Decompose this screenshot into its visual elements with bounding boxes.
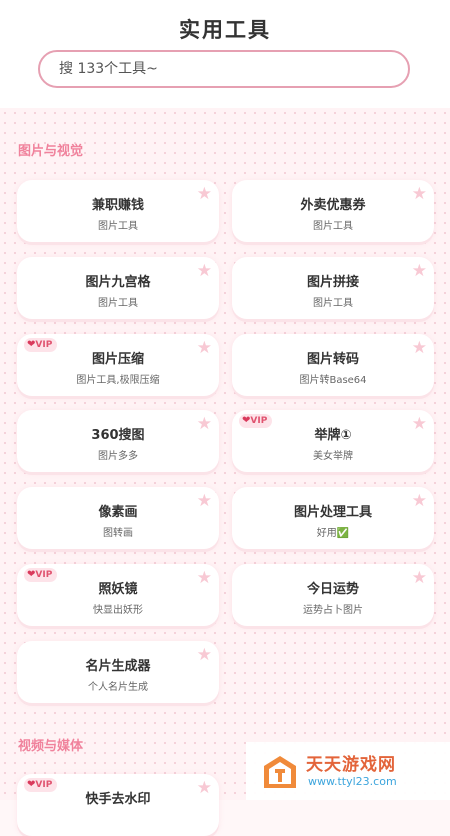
tool-desc: 图片转Base64	[299, 375, 367, 386]
tool-name: 兼职赚钱	[91, 198, 144, 213]
page-title: 实用工具	[179, 18, 271, 42]
tool-name: 名片生成器	[85, 659, 151, 674]
star-icon[interactable]: ★	[197, 780, 212, 797]
tool-desc: 图转画	[103, 528, 133, 539]
section-title-images: 图片与视觉	[18, 144, 84, 159]
star-icon[interactable]: ★	[197, 647, 212, 664]
star-icon[interactable]: ★	[197, 570, 212, 587]
tool-card[interactable]: ❤VIP 图片压缩 图片工具,极限压缩 ★	[17, 334, 219, 396]
tool-desc: 个人名片生成	[88, 682, 148, 693]
tool-name: 外卖优惠券	[300, 198, 366, 213]
tool-name: 照妖镜	[98, 582, 138, 597]
star-icon[interactable]: ★	[412, 570, 427, 587]
star-icon[interactable]: ★	[412, 493, 427, 510]
tool-desc: 美女举牌	[313, 451, 353, 462]
tool-card[interactable]: 360搜图 图片多多 ★	[17, 410, 219, 472]
tool-name: 快手去水印	[85, 792, 151, 807]
tool-card[interactable]: 图片拼接 图片工具 ★	[232, 257, 434, 319]
star-icon[interactable]: ★	[197, 416, 212, 433]
tool-desc: 图片工具,极限压缩	[76, 375, 160, 386]
watermark: 天天游戏网 www.ttyl23.com	[246, 742, 450, 800]
star-icon[interactable]: ★	[197, 493, 212, 510]
star-icon[interactable]: ★	[412, 186, 427, 203]
header: 实用工具	[0, 0, 450, 108]
star-icon[interactable]: ★	[412, 416, 427, 433]
watermark-name: 天天游戏网	[306, 755, 396, 775]
tool-desc: 图片工具	[313, 298, 353, 309]
tool-desc: 图片工具	[313, 221, 353, 232]
tool-name: 图片拼接	[306, 275, 359, 290]
tool-card[interactable]: 外卖优惠券 图片工具 ★	[232, 180, 434, 242]
tool-desc: 图片工具	[98, 221, 138, 232]
tool-name: 图片压缩	[91, 352, 144, 367]
tool-card[interactable]: 今日运势 运势占卜图片 ★	[232, 564, 434, 626]
star-icon[interactable]: ★	[197, 340, 212, 357]
tool-desc: 快显出妖形	[93, 605, 143, 616]
section-title-media: 视频与媒体	[18, 739, 84, 754]
tool-name: 图片转码	[306, 352, 359, 367]
search-input[interactable]	[57, 60, 381, 78]
house-logo-icon	[264, 756, 296, 788]
tool-card[interactable]: 图片九宫格 图片工具 ★	[17, 257, 219, 319]
tool-card[interactable]: 像素画 图转画 ★	[17, 487, 219, 549]
tool-desc: 运势占卜图片	[303, 605, 363, 616]
tool-desc: 图片多多	[98, 451, 138, 462]
watermark-url: www.ttyl23.com	[308, 775, 397, 788]
tool-card[interactable]: 名片生成器 个人名片生成 ★	[17, 641, 219, 703]
tool-card[interactable]: 图片处理工具 好用✅ ★	[232, 487, 434, 549]
tool-card[interactable]: ❤VIP 照妖镜 快显出妖形 ★	[17, 564, 219, 626]
star-icon[interactable]: ★	[412, 340, 427, 357]
tool-name: 360搜图	[91, 428, 145, 443]
star-icon[interactable]: ★	[197, 186, 212, 203]
tool-name: 举牌①	[314, 428, 352, 443]
star-icon[interactable]: ★	[412, 263, 427, 280]
tool-name: 今日运势	[306, 582, 359, 597]
tool-name: 图片处理工具	[293, 505, 372, 520]
tool-card[interactable]: 兼职赚钱 图片工具 ★	[17, 180, 219, 242]
tool-name: 图片九宫格	[85, 275, 151, 290]
tool-desc: 好用✅	[316, 528, 350, 539]
tool-card[interactable]: ❤VIP 快手去水印 ★	[17, 774, 219, 836]
tool-card[interactable]: 图片转码 图片转Base64 ★	[232, 334, 434, 396]
star-icon[interactable]: ★	[197, 263, 212, 280]
tool-name: 像素画	[98, 505, 138, 520]
search-bar[interactable]	[38, 50, 410, 88]
tool-card[interactable]: ❤VIP 举牌① 美女举牌 ★	[232, 410, 434, 472]
tool-desc: 图片工具	[98, 298, 138, 309]
